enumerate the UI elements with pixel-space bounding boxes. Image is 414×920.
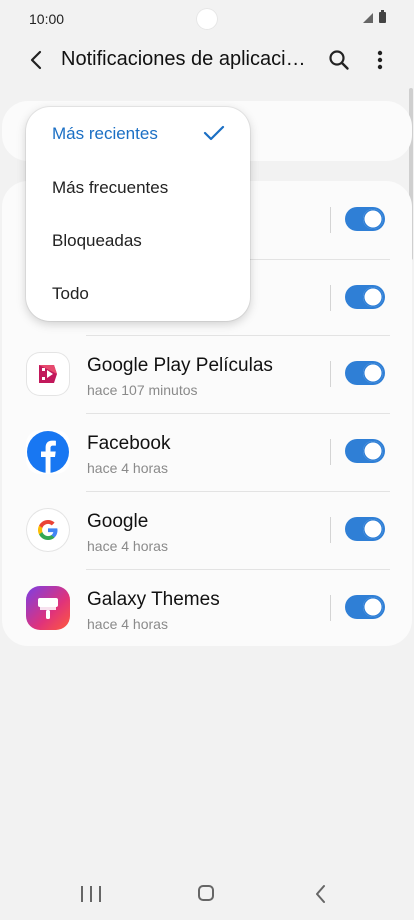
navigation-bar [0,864,414,920]
divider [330,517,331,543]
notification-toggle[interactable] [345,361,385,385]
menu-item-label: Más recientes [52,124,158,143]
app-name: Google Play Películas [87,355,273,376]
search-button[interactable] [325,46,353,74]
galaxy-themes-icon [26,586,70,630]
google-play-movies-icon [26,352,70,396]
menu-item-all[interactable]: Todo [26,267,250,320]
divider [86,335,390,336]
notification-toggle[interactable] [345,207,385,231]
notification-toggle[interactable] [345,439,385,463]
search-icon [329,50,349,70]
notification-toggle[interactable] [345,595,385,619]
battery-icon [379,10,386,23]
nav-back-icon[interactable] [314,884,326,904]
list-item[interactable]: Facebook hace 4 horas [2,413,412,491]
app-time: hace 107 minutos [87,382,198,398]
back-arrow-icon [30,50,42,70]
list-item[interactable]: Google hace 4 horas [2,491,412,569]
app-name: Galaxy Themes [87,589,220,610]
app-bar: Notificaciones de aplicaciones [0,36,414,84]
more-vertical-icon [377,50,383,70]
app-name: Facebook [87,433,171,454]
divider [86,569,390,570]
status-icons [363,10,386,23]
divider [86,413,390,414]
page-title: Notificaciones de aplicaciones [61,48,311,70]
filter-dropdown: Más recientes Más frecuentes Bloqueadas … [26,107,250,321]
menu-item-blocked[interactable]: Bloqueadas [26,214,250,267]
back-button[interactable] [22,46,50,74]
status-bar: 10:00 [0,0,414,36]
checkmark-icon [203,125,225,141]
app-time: hace 4 horas [87,616,168,632]
divider [86,491,390,492]
menu-item-frequent[interactable]: Más frecuentes [26,161,250,214]
menu-item-label: Bloqueadas [52,231,142,250]
list-item[interactable]: Galaxy Themes hace 4 horas [2,569,412,647]
divider [330,439,331,465]
notification-toggle[interactable] [345,285,385,309]
google-icon [26,508,70,552]
menu-item-label: Todo [52,284,89,303]
divider [330,361,331,387]
home-button[interactable] [198,885,214,901]
recent-apps-button[interactable] [81,886,101,902]
menu-item-label: Más frecuentes [52,178,169,197]
app-time: hace 4 horas [87,460,168,476]
divider [330,285,331,311]
divider [330,207,331,233]
list-item[interactable]: Google Play Películas hace 107 minutos [2,335,412,413]
divider [330,595,331,621]
menu-item-recent[interactable]: Más recientes [26,107,250,160]
app-name: Google [87,511,149,532]
signal-icon [363,12,373,23]
more-options-button[interactable] [366,46,394,74]
facebook-icon [26,430,70,474]
status-time: 10:00 [29,11,65,27]
app-time: hace 4 horas [87,538,168,554]
notification-toggle[interactable] [345,517,385,541]
camera-cutout [196,8,218,30]
